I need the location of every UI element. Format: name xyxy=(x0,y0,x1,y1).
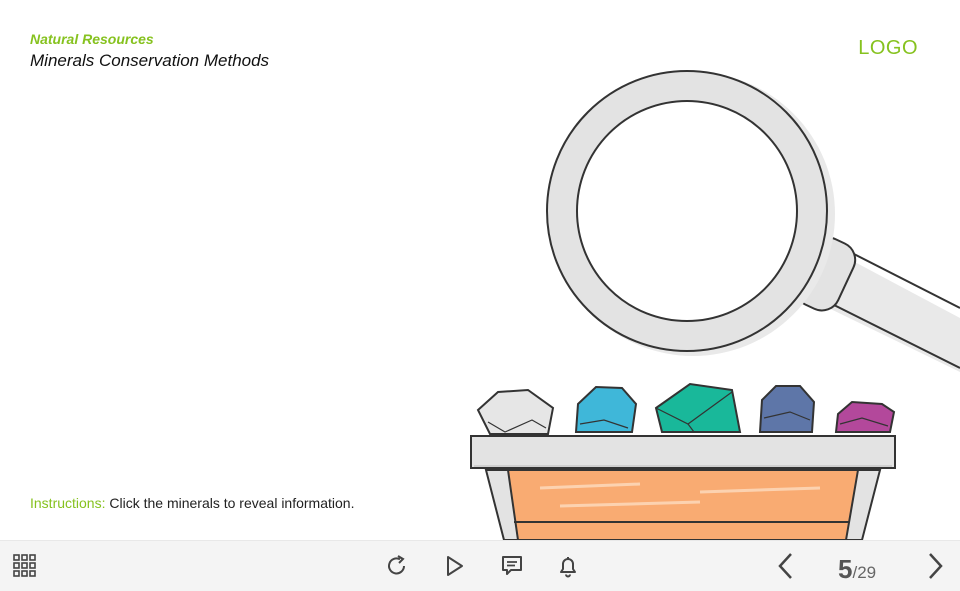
instructions-label: Instructions: xyxy=(30,495,106,511)
comment-icon[interactable] xyxy=(497,551,527,581)
mineral-magenta[interactable] xyxy=(834,400,896,433)
page-current: 5 xyxy=(838,554,853,584)
mineral-blue[interactable] xyxy=(574,385,638,433)
player-toolbar: 5/29 xyxy=(0,540,960,591)
prev-icon[interactable] xyxy=(771,551,801,581)
instructions-text: Click the minerals to reveal information… xyxy=(105,495,355,511)
play-icon[interactable] xyxy=(439,551,469,581)
mineral-navy[interactable] xyxy=(758,385,816,433)
illustration xyxy=(470,70,960,540)
page-counter: 5/29 xyxy=(838,554,876,585)
mineral-white[interactable] xyxy=(476,388,555,435)
planter xyxy=(470,435,896,540)
menu-grid-icon[interactable] xyxy=(10,551,40,581)
magnifier-glass xyxy=(546,70,835,356)
instructions: Instructions: Click the minerals to reve… xyxy=(30,495,354,511)
next-icon[interactable] xyxy=(920,551,950,581)
bell-icon[interactable] xyxy=(553,551,583,581)
mineral-green[interactable] xyxy=(654,382,742,433)
page-total: 29 xyxy=(857,563,877,582)
replay-icon[interactable] xyxy=(382,551,412,581)
